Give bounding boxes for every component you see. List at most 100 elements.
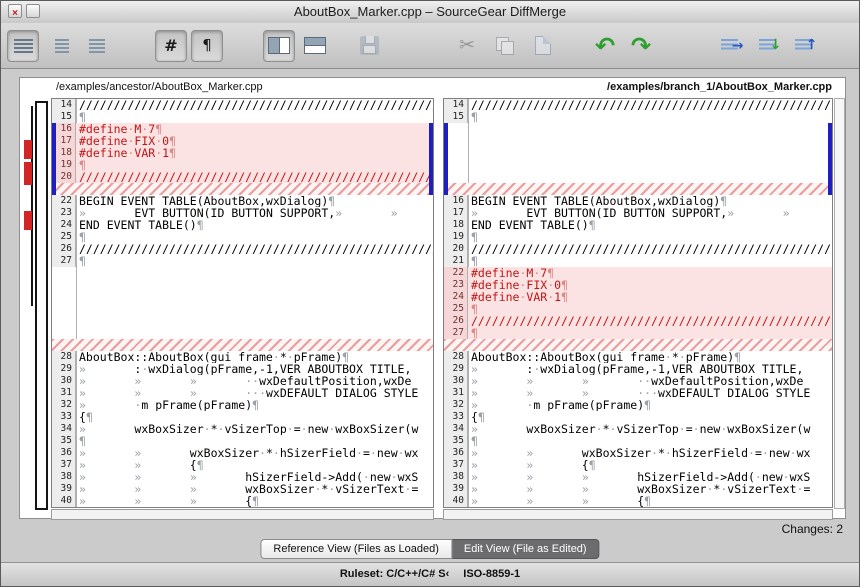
code-text: AboutBox::AboutBox(gui frame·*·pFrame)¶	[471, 351, 742, 363]
code-row: 16 BEGIN EVENT TABLE(AboutBox,wxDialog)¶	[444, 195, 832, 207]
save-button[interactable]	[353, 30, 385, 62]
void-row	[52, 279, 433, 291]
line-number: 18	[444, 219, 468, 231]
undo-button[interactable]: ↶	[589, 30, 621, 62]
left-pane[interactable]: 14//////////////////////////////////////…	[51, 98, 434, 508]
code-row: 17 #define·FIX·0¶	[52, 135, 433, 147]
paste-button[interactable]	[527, 30, 559, 62]
code-text: #define·M·7¶	[79, 123, 163, 135]
apply-all-changes-button[interactable]: ↑	[787, 30, 819, 62]
right-pane[interactable]: 14//////////////////////////////////////…	[443, 98, 833, 508]
code-row: 27 ¶	[444, 327, 832, 339]
line-number: 35	[444, 435, 468, 447]
code-row: 28 AboutBox::AboutBox(gui frame·*·pFrame)…	[444, 351, 832, 363]
line-number: 40	[52, 495, 76, 507]
line-number: 27	[444, 327, 468, 339]
vertical-scrollbar[interactable]	[834, 98, 845, 509]
code-row: 22 #define·M·7¶	[444, 267, 832, 279]
code-row: 20//////////////////////////////////////…	[444, 243, 832, 255]
split-vertical-icon	[268, 37, 290, 54]
line-number: 26	[444, 315, 468, 327]
line-number: 15	[52, 111, 76, 123]
code-text: » » » wxBoxSizer·*·vSizerText·=	[471, 483, 811, 495]
code-text: » » » hSizerField->Add(·new·wxS	[471, 471, 811, 483]
code-text: » » » wxBoxSizer·*·vSizerText·=	[79, 483, 419, 495]
line-number: 22	[444, 267, 468, 279]
code-row: 31» » » ···wxDEFAULT DIALOG STYLE	[52, 387, 433, 399]
line-number: 31	[52, 387, 76, 399]
line-number: 17	[444, 207, 468, 219]
code-text: AboutBox::AboutBox(gui frame·*·pFrame)¶	[79, 351, 350, 363]
code-text: ¶	[471, 327, 478, 339]
show-context-lines-button[interactable]	[43, 30, 75, 62]
code-text: » :·wxDialog(pFrame,-1,VER ABOUTBOX TITL…	[79, 363, 412, 375]
left-file-path: /examples/ancestor/AboutBox_Marker.cpp	[56, 81, 263, 93]
left-pane-rows: 14//////////////////////////////////////…	[52, 99, 433, 507]
code-row: 24 #define·VAR·1¶	[444, 291, 832, 303]
tab-reference-view[interactable]: Reference View (Files as Loaded)	[260, 539, 452, 559]
show-invisibles-button[interactable]: ¶	[191, 29, 223, 62]
code-row: 35 ¶	[52, 435, 433, 447]
code-row: 34» wxBoxSizer·*·vSizerTop·=·new·wxBoxSi…	[52, 423, 433, 435]
line-number	[52, 291, 76, 303]
tab-edit-view[interactable]: Edit View (File as Edited)	[451, 539, 600, 559]
hatch-row	[52, 183, 433, 195]
lines-all-icon	[13, 38, 33, 53]
code-row: 33 {¶	[444, 411, 832, 423]
line-number: 15	[444, 111, 468, 123]
line-number: 23	[52, 207, 76, 219]
lines-context-icon	[54, 38, 69, 53]
titlebar: × AboutBox_Marker.cpp – SourceGear DiffM…	[1, 1, 859, 24]
diffmerge-window: × AboutBox_Marker.cpp – SourceGear DiffM…	[0, 0, 860, 587]
line-number: 32	[52, 399, 76, 411]
code-text: » wxBoxSizer·*·vSizerTop·=·new·wxBoxSize…	[79, 423, 419, 435]
show-all-lines-button[interactable]	[7, 29, 39, 62]
code-text: » » wxBoxSizer·*·hSizerField·=·new·wx	[79, 447, 419, 459]
line-numbers-button[interactable]: #	[155, 29, 187, 62]
split-horizontal-icon	[304, 37, 326, 54]
code-row: 26//////////////////////////////////////…	[444, 315, 832, 327]
map-view-indicator	[31, 106, 33, 306]
void-row	[444, 123, 832, 135]
changes-count: Changes: 2	[781, 522, 843, 536]
void-row	[52, 291, 433, 303]
code-text: ////////////////////////////////////////…	[471, 99, 832, 111]
line-number: 14	[52, 99, 76, 111]
redo-button[interactable]: ↷	[625, 30, 657, 62]
right-horizontal-scrollbar[interactable]	[443, 509, 833, 520]
code-row: 24 END EVENT TABLE()¶	[52, 219, 433, 231]
code-text: {¶	[79, 411, 93, 423]
code-text: ¶	[79, 435, 86, 447]
selected-change-marker	[828, 123, 832, 195]
line-number: 37	[444, 459, 468, 471]
line-number: 35	[52, 435, 76, 447]
void-row	[444, 135, 832, 147]
apply-change-left-button[interactable]: →	[713, 30, 745, 62]
code-row: 38» » » hSizerField->Add(·new·wxS	[52, 471, 433, 483]
apply-change-right-button[interactable]: ↓	[751, 30, 783, 62]
cut-button[interactable]: ✂	[451, 30, 483, 62]
map-frame	[35, 101, 48, 510]
show-diff-lines-button[interactable]	[79, 30, 111, 62]
code-row: 34» wxBoxSizer·*·vSizerTop·=·new·wxBoxSi…	[444, 423, 832, 435]
code-text: ¶	[79, 159, 86, 171]
copy-button[interactable]	[489, 30, 521, 62]
diff-panel: /examples/ancestor/AboutBox_Marker.cpp /…	[19, 77, 846, 520]
split-horizontal-button[interactable]	[299, 30, 331, 62]
line-number: 29	[444, 363, 468, 375]
code-row: 29» :·wxDialog(pFrame,-1,VER ABOUTBOX TI…	[52, 363, 433, 375]
pilcrow-icon: ¶	[202, 36, 212, 54]
scissors-icon: ✂	[459, 35, 475, 56]
code-text: #define·FIX·0¶	[79, 135, 176, 147]
split-vertical-button[interactable]	[263, 29, 295, 62]
map-change-mark	[24, 140, 32, 159]
change-map[interactable]	[20, 98, 51, 520]
void-row	[444, 171, 832, 183]
line-number: 40	[444, 495, 468, 507]
apply-change-right-icon: ↓	[758, 38, 782, 52]
left-horizontal-scrollbar[interactable]	[51, 509, 434, 520]
line-number: 33	[444, 411, 468, 423]
